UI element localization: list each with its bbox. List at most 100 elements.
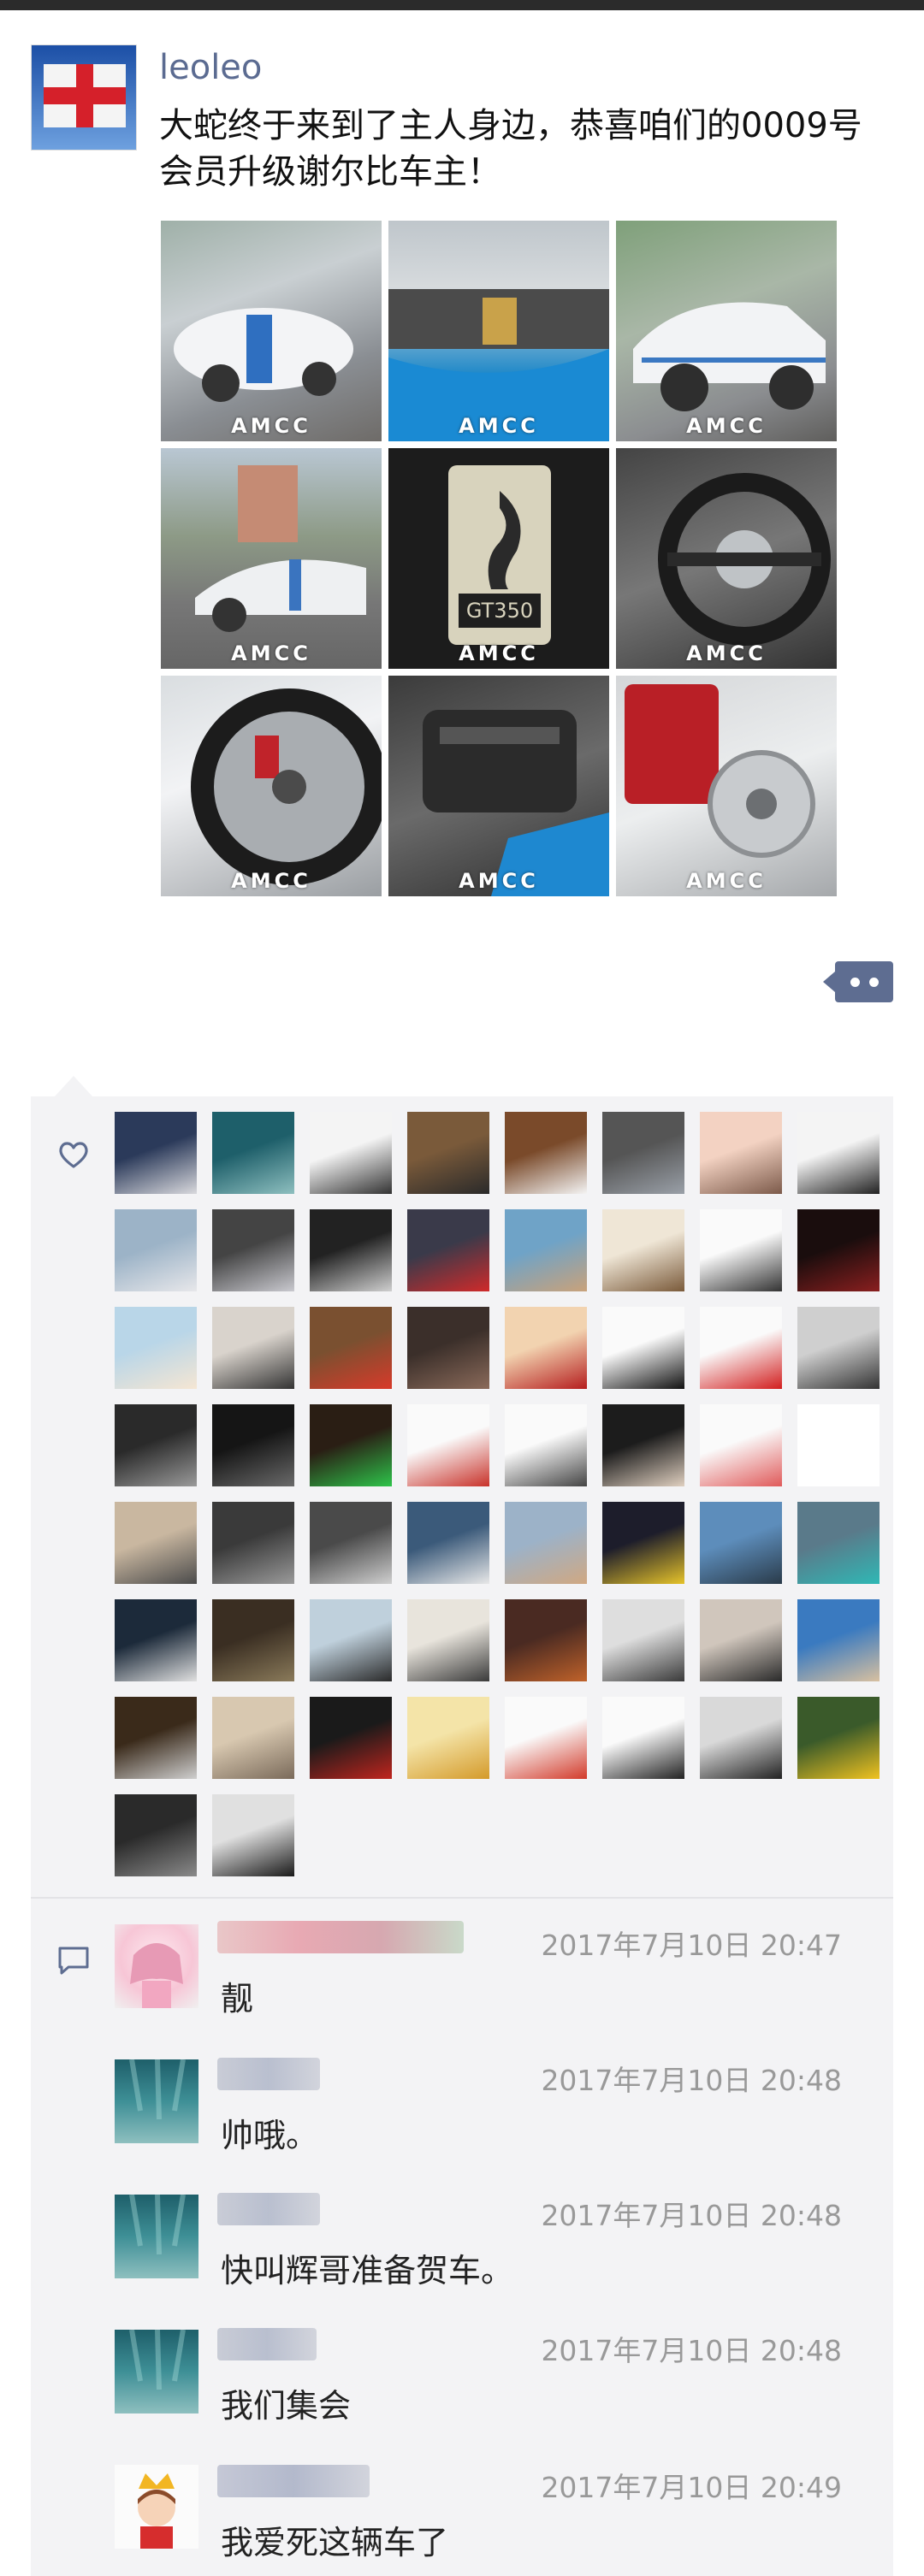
photo-3[interactable]: AMCC <box>616 221 837 441</box>
avatar-red-pattern[interactable] <box>310 1697 392 1779</box>
avatar-stone[interactable] <box>212 1697 294 1779</box>
avatar-couple-back[interactable] <box>407 1112 489 1194</box>
comment-avatar[interactable] <box>115 1924 198 2008</box>
avatar-grinning-cartoon[interactable] <box>310 1209 392 1291</box>
likes-divider <box>31 1897 893 1899</box>
comment-name-blurred[interactable] <box>217 1921 464 1953</box>
avatar-group-vintage[interactable] <box>310 1502 392 1584</box>
photo-2[interactable]: AMCC <box>388 221 609 441</box>
avatar-red-fox[interactable] <box>505 1697 587 1779</box>
avatar-red-car[interactable] <box>407 1209 489 1291</box>
avatar-basketball-player[interactable] <box>505 1112 587 1194</box>
avatar-man-street[interactable] <box>602 1599 684 1681</box>
avatar-pig-cartoon[interactable] <box>700 1404 782 1486</box>
avatar-man-glasses[interactable] <box>602 1404 684 1486</box>
avatar-man-cap[interactable] <box>700 1697 782 1779</box>
comment-avatar[interactable] <box>115 2195 198 2278</box>
photo-6[interactable]: AMCC <box>616 448 837 669</box>
avatar-painting[interactable] <box>505 1599 587 1681</box>
photo-4[interactable]: AMCC <box>161 448 382 669</box>
avatar-ink-art[interactable] <box>310 1112 392 1194</box>
avatar-number-two[interactable] <box>700 1307 782 1389</box>
comment-avatar[interactable] <box>115 2330 198 2414</box>
avatar-justin[interactable] <box>505 1502 587 1584</box>
avatar-club-group[interactable] <box>115 1404 197 1486</box>
dot-icon <box>850 978 860 987</box>
avatar-motorbike[interactable] <box>310 1404 392 1486</box>
avatar-eyes-doodle[interactable] <box>602 1307 684 1389</box>
comment-name-blurred[interactable] <box>217 2465 370 2497</box>
avatar-pink-girl <box>130 1943 183 2008</box>
avatar-family[interactable] <box>797 1599 880 1681</box>
watermark: AMCC <box>459 641 539 665</box>
avatar-bunny-cartoon[interactable] <box>700 1209 782 1291</box>
avatar-cupid[interactable] <box>602 1697 684 1779</box>
avatar-man-dark[interactable] <box>212 1404 294 1486</box>
avatar-underwater <box>129 2059 186 2120</box>
avatar-young-man[interactable] <box>212 1209 294 1291</box>
avatar-haotaitai-card[interactable] <box>407 1404 489 1486</box>
avatar-blank[interactable] <box>797 1404 880 1486</box>
avatar-gun[interactable] <box>115 1794 197 1876</box>
comment-avatar[interactable] <box>115 2465 198 2549</box>
avatar-man-suit[interactable] <box>115 1112 197 1194</box>
photo-5[interactable]: GT350 AMCC <box>388 448 609 669</box>
avatar-statue[interactable] <box>505 1209 587 1291</box>
avatar-black-car[interactable] <box>115 1697 197 1779</box>
photo-9[interactable]: AMCC <box>616 676 837 896</box>
comment-text: 快叫辉哥准备贺车。 <box>221 2252 514 2289</box>
avatar-yellow-suv[interactable] <box>797 1697 880 1779</box>
avatar-red-ferrari[interactable] <box>310 1307 392 1389</box>
photo-8[interactable]: AMCC <box>388 676 609 896</box>
comment-name-blurred[interactable] <box>217 2058 320 2090</box>
avatar-bw-man[interactable] <box>212 1794 294 1876</box>
comment-name-blurred[interactable] <box>217 2328 317 2360</box>
comment-name-blurred[interactable] <box>217 2193 320 2225</box>
comment-time: 2017年7月10日 20:48 <box>541 2199 842 2232</box>
avatar-seaside[interactable] <box>115 1209 197 1291</box>
poster-avatar[interactable] <box>31 44 137 151</box>
comment-text: 帅哦。 <box>221 2117 319 2154</box>
watermark: AMCC <box>686 869 767 893</box>
comment-time: 2017年7月10日 20:47 <box>541 1929 842 1962</box>
avatar-pyramid[interactable] <box>700 1502 782 1584</box>
avatar-triangle-art[interactable] <box>212 1599 294 1681</box>
poster-username[interactable]: leoleo <box>159 48 262 87</box>
svg-text:GT350: GT350 <box>466 599 533 623</box>
watermark: AMCC <box>459 869 539 893</box>
avatar-girl-beach[interactable] <box>505 1307 587 1389</box>
avatar-cat-sticker[interactable] <box>115 1502 197 1584</box>
avatar-yellow-car[interactable] <box>602 1502 684 1584</box>
avatar-corvette-logo[interactable] <box>797 1112 880 1194</box>
panel-arrow <box>55 1076 92 1096</box>
avatar-dark-red[interactable] <box>797 1209 880 1291</box>
shelby-cobra-gt350-floor-mat-photo: GT350 <box>448 465 551 645</box>
avatar-cat-doodle[interactable] <box>505 1404 587 1486</box>
avatar-man-sunglasses[interactable] <box>602 1112 684 1194</box>
avatar-man-tattoo[interactable] <box>115 1599 197 1681</box>
avatar-bunny-girl[interactable] <box>115 1307 197 1389</box>
steering-wheel-photo <box>658 473 831 646</box>
comment-avatar[interactable] <box>115 2059 198 2143</box>
avatar-anime-boy[interactable] <box>407 1599 489 1681</box>
dot-icon <box>869 978 879 987</box>
comment-time: 2017年7月10日 20:49 <box>541 2471 842 2504</box>
avatar-man-cloud[interactable] <box>310 1599 392 1681</box>
photo-7[interactable]: AMCC <box>161 676 382 896</box>
avatar-couple-selfie[interactable] <box>700 1112 782 1194</box>
more-options-button[interactable] <box>823 961 893 1002</box>
avatar-man-kitchen[interactable] <box>700 1599 782 1681</box>
photo-grid: AMCC AMCC AMCC AMCC GT350 AMCC AMCC AMCC… <box>161 221 837 896</box>
avatar-doge[interactable] <box>407 1697 489 1779</box>
avatar-car-door[interactable] <box>212 1502 294 1584</box>
avatar-silhouette[interactable] <box>797 1307 880 1389</box>
photo-1[interactable]: AMCC <box>161 221 382 441</box>
avatar-leon-logo[interactable] <box>602 1209 684 1291</box>
white-mustang-rear-photo <box>195 465 366 632</box>
avatar-prince-cartoon <box>138 2473 175 2549</box>
avatar-the-last-ship[interactable] <box>407 1502 489 1584</box>
avatar-hand-photo[interactable] <box>212 1307 294 1389</box>
avatar-underwater[interactable] <box>212 1112 294 1194</box>
avatar-muscle-car[interactable] <box>797 1502 880 1584</box>
avatar-shoes[interactable] <box>407 1307 489 1389</box>
